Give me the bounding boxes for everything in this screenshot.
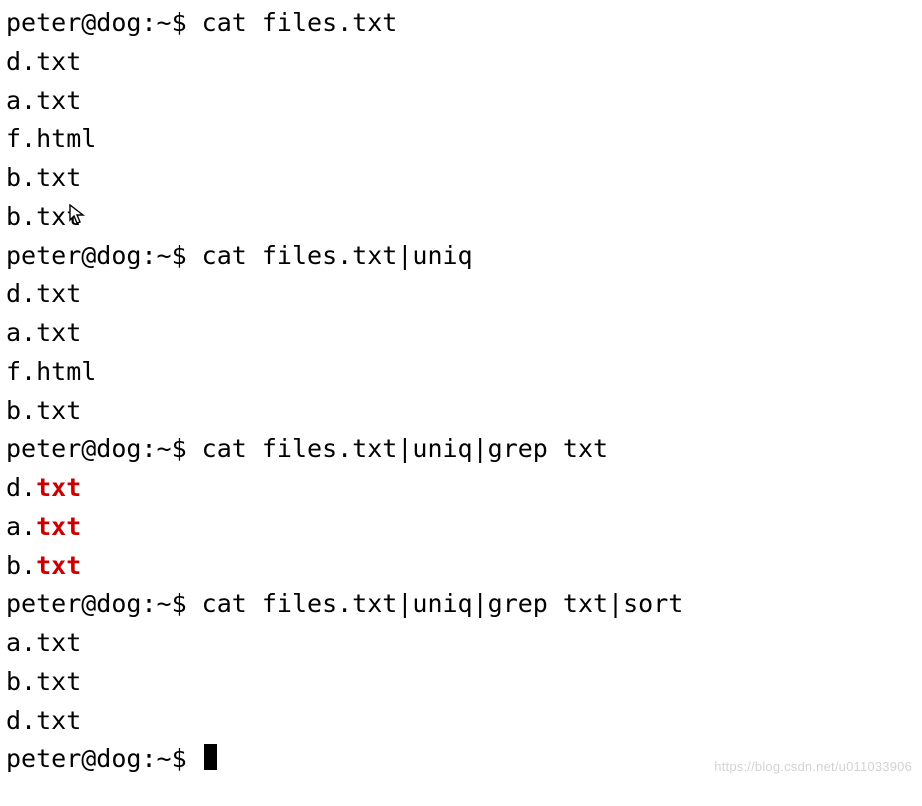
grep-match: txt xyxy=(36,512,81,541)
output-line: f.html xyxy=(6,353,916,392)
grep-prefix: d. xyxy=(6,473,36,502)
prompt: peter@dog:~$ xyxy=(6,241,202,270)
output-line: b.txt xyxy=(6,159,916,198)
prompt-line: peter@dog:~$ cat files.txt xyxy=(6,4,916,43)
prompt-line: peter@dog:~$ cat files.txt|uniq|grep txt xyxy=(6,430,916,469)
grep-prefix: a. xyxy=(6,512,36,541)
output-line: f.html xyxy=(6,120,916,159)
prompt: peter@dog:~$ xyxy=(6,434,202,463)
prompt-line: peter@dog:~$ cat files.txt|uniq|grep txt… xyxy=(6,585,916,624)
command-text: cat files.txt|uniq|grep txt xyxy=(202,434,608,463)
output-line: d.txt xyxy=(6,275,916,314)
prompt: peter@dog:~$ xyxy=(6,744,202,773)
output-line: d.txt xyxy=(6,43,916,82)
block-cursor-icon xyxy=(204,744,218,770)
command-text: cat files.txt|uniq|grep txt|sort xyxy=(202,589,684,618)
output-line: d.txt xyxy=(6,469,916,508)
output-line: a.txt xyxy=(6,314,916,353)
prompt-line[interactable]: peter@dog:~$ xyxy=(6,740,916,779)
command-text: cat files.txt xyxy=(202,8,398,37)
prompt: peter@dog:~$ xyxy=(6,8,202,37)
output-line: b.txt xyxy=(6,547,916,586)
grep-match: txt xyxy=(36,551,81,580)
output-line: b.txt xyxy=(6,198,916,237)
output-line: d.txt xyxy=(6,702,916,741)
output-line: a.txt xyxy=(6,624,916,663)
grep-prefix: b. xyxy=(6,551,36,580)
output-line: a.txt xyxy=(6,82,916,121)
terminal-output[interactable]: peter@dog:~$ cat files.txtd.txta.txtf.ht… xyxy=(6,4,916,779)
output-line: b.txt xyxy=(6,392,916,431)
prompt-line: peter@dog:~$ cat files.txt|uniq xyxy=(6,237,916,276)
grep-match: txt xyxy=(36,473,81,502)
output-line: b.txt xyxy=(6,663,916,702)
output-line: a.txt xyxy=(6,508,916,547)
prompt: peter@dog:~$ xyxy=(6,589,202,618)
command-text: cat files.txt|uniq xyxy=(202,241,473,270)
